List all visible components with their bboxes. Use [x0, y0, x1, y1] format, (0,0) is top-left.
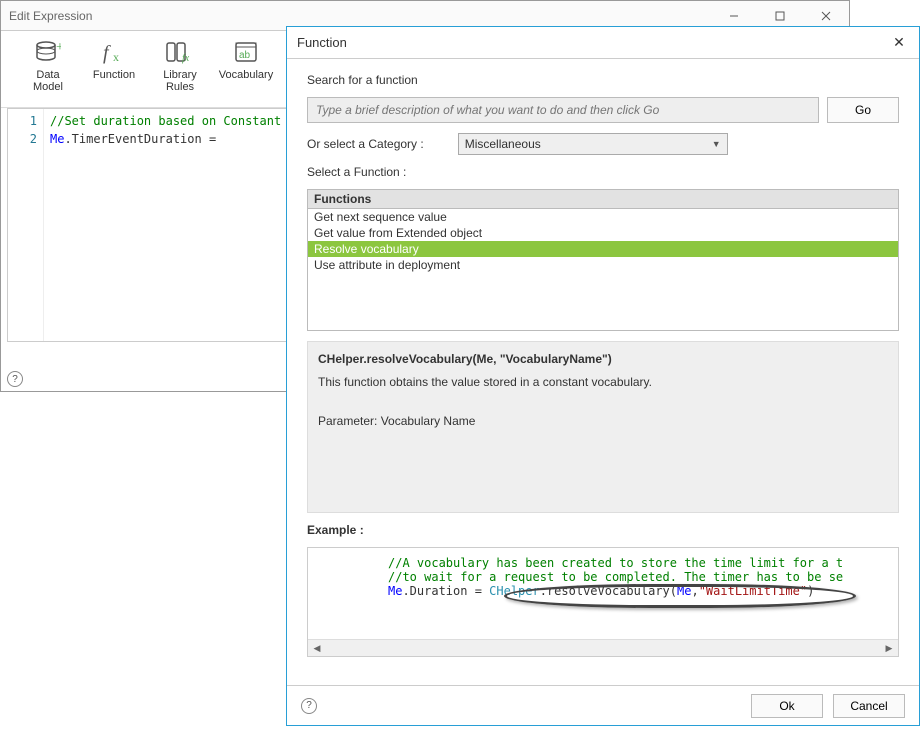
function-item[interactable]: Get value from Extended object — [308, 225, 898, 241]
function-item[interactable]: Use attribute in deployment — [308, 257, 898, 273]
example-box: //A vocabulary has been created to store… — [307, 547, 899, 657]
vocabulary-icon: ab — [230, 37, 262, 67]
search-row: Go — [307, 97, 899, 123]
function-list: Functions Get next sequence value Get va… — [307, 189, 899, 331]
category-select[interactable]: Miscellaneous ▼ — [458, 133, 728, 155]
function-icon: fx — [98, 37, 130, 67]
line-gutter: 12 — [8, 109, 44, 341]
dialog-body: Search for a function Go Or select a Cat… — [287, 59, 919, 685]
function-description: This function obtains the value stored i… — [318, 373, 888, 392]
function-signature: CHelper.resolveVocabulary(Me, "Vocabular… — [318, 350, 888, 369]
search-label: Search for a function — [307, 73, 899, 87]
function-parameter: Parameter: Vocabulary Name — [318, 412, 888, 431]
library-icon: fx — [164, 37, 196, 67]
svg-text:x: x — [113, 50, 119, 64]
help-icon[interactable]: ? — [7, 371, 23, 387]
toolbar-label: Function — [93, 69, 135, 81]
toolbar-vocabulary[interactable]: ab Vocabulary — [217, 37, 275, 101]
function-dialog: Function ✕ Search for a function Go Or s… — [286, 26, 920, 726]
cancel-button[interactable]: Cancel — [833, 694, 905, 718]
toolbar-label: Vocabulary — [219, 69, 273, 81]
scroll-left-icon[interactable]: ◀ — [310, 643, 324, 654]
toolbar-label: DataModel — [33, 69, 63, 93]
window-title: Edit Expression — [1, 9, 711, 23]
toolbar-library-rules[interactable]: fx LibraryRules — [151, 37, 209, 101]
category-value: Miscellaneous — [465, 137, 541, 151]
svg-text:fx: fx — [182, 53, 190, 64]
scroll-right-icon[interactable]: ▶ — [882, 643, 896, 654]
toolbar-data-model[interactable]: + DataModel — [19, 37, 77, 101]
dialog-title: Function — [297, 35, 889, 50]
toolbar-label: LibraryRules — [163, 69, 197, 93]
function-list-header: Functions — [308, 190, 898, 209]
svg-text:ab: ab — [239, 50, 251, 61]
ok-button[interactable]: Ok — [751, 694, 823, 718]
example-code: //A vocabulary has been created to store… — [308, 548, 898, 639]
category-label: Or select a Category : — [307, 137, 424, 151]
database-icon: + — [32, 37, 64, 67]
example-label: Example : — [307, 523, 899, 537]
function-item[interactable]: Get next sequence value — [308, 209, 898, 225]
horizontal-scrollbar[interactable]: ◀ ▶ — [308, 639, 898, 656]
help-icon[interactable]: ? — [301, 698, 317, 714]
dialog-footer: ? Ok Cancel — [287, 685, 919, 725]
go-button[interactable]: Go — [827, 97, 899, 123]
dialog-titlebar: Function ✕ — [287, 27, 919, 59]
svg-text:f: f — [103, 42, 111, 64]
toolbar-function[interactable]: fx Function — [85, 37, 143, 101]
search-input[interactable] — [307, 97, 819, 123]
function-item-selected[interactable]: Resolve vocabulary — [308, 241, 898, 257]
chevron-down-icon: ▼ — [712, 139, 721, 149]
description-box: CHelper.resolveVocabulary(Me, "Vocabular… — [307, 341, 899, 513]
close-icon[interactable]: ✕ — [889, 34, 909, 51]
svg-text:+: + — [56, 40, 61, 55]
category-row: Or select a Category : Miscellaneous ▼ — [307, 133, 899, 155]
scroll-track[interactable] — [324, 640, 882, 656]
function-list-label: Select a Function : — [307, 165, 899, 179]
